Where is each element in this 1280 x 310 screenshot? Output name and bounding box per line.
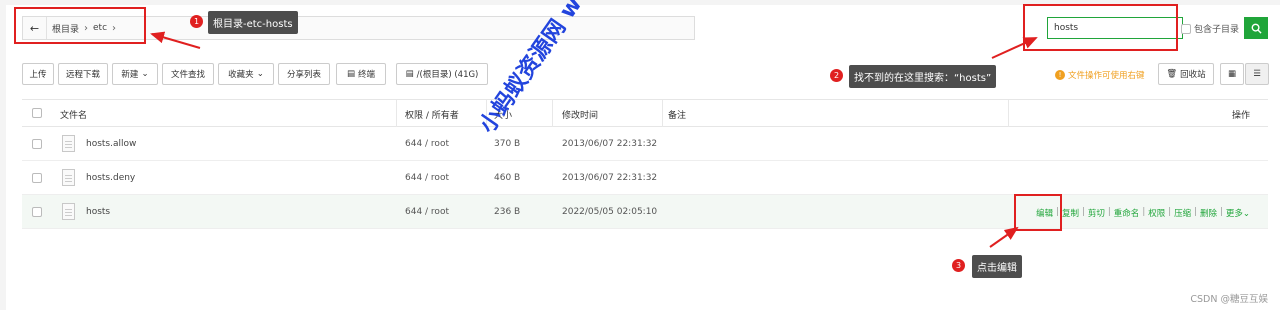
annotation-badge-3: 3: [952, 259, 965, 272]
annotation-arrows: [150, 31, 1038, 248]
annotation-label-1: 根目录-etc-hosts: [208, 11, 298, 34]
annotation-badge-1: 1: [190, 15, 203, 28]
credit-watermark: CSDN @糖豆互娱: [1190, 294, 1268, 305]
annotation-badge-2: 2: [830, 69, 843, 82]
annotation-label-2: 找不到的在这里搜索：“hosts”: [849, 65, 997, 88]
annotation-label-3: 点击编辑: [972, 255, 1022, 278]
